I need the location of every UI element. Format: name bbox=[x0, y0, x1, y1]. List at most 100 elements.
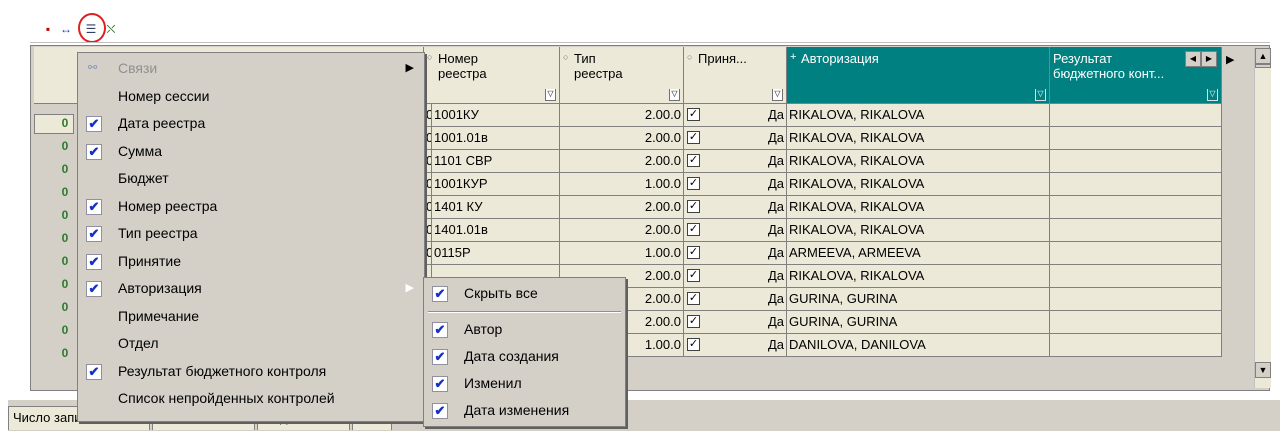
column-header-accepted[interactable]: ○ Приня... ▽ bbox=[684, 47, 787, 104]
table-row[interactable]: 01101 СВР 2.00.0 ✓ Да RIKALOVA, RIKALOVA bbox=[424, 150, 1222, 173]
submenu-item[interactable]: ✔ Изменил bbox=[426, 370, 623, 397]
cell-number[interactable]: 1401 КУ bbox=[432, 196, 560, 219]
budget-result-cell[interactable] bbox=[1050, 127, 1222, 150]
table-row[interactable]: 01401 КУ 2.00.0 ✓ Да RIKALOVA, RIKALOVA bbox=[424, 196, 1222, 219]
column-header-number[interactable]: ○ Номер реестра ▽ bbox=[424, 47, 560, 104]
menu-item[interactable]: ✔ Сумма bbox=[80, 138, 422, 165]
cell-type[interactable]: 2.00.0 bbox=[560, 196, 684, 219]
cell-auth[interactable]: RIKALOVA, RIKALOVA bbox=[787, 127, 1050, 150]
hide-all-item[interactable]: ✔ Скрыть все bbox=[426, 280, 623, 308]
cell-accepted[interactable]: ✓ Да bbox=[684, 127, 787, 150]
cell-number[interactable]: 1101 СВР bbox=[432, 150, 560, 173]
cell-number[interactable]: 1401.01в bbox=[432, 219, 560, 242]
cell-type[interactable]: 2.00.0 bbox=[560, 150, 684, 173]
cell-c0[interactable]: 0 bbox=[424, 242, 432, 265]
accepted-checkbox[interactable]: ✓ bbox=[687, 154, 700, 167]
cell-auth[interactable]: RIKALOVA, RIKALOVA bbox=[787, 219, 1050, 242]
budget-result-cell[interactable] bbox=[1050, 242, 1222, 265]
filter-toggle-icon[interactable]: ▽ bbox=[1207, 89, 1218, 101]
cell-accepted[interactable]: ✓ Да bbox=[684, 334, 787, 357]
cell-accepted[interactable]: ✓ Да bbox=[684, 242, 787, 265]
menu-item[interactable]: Бюджет bbox=[80, 165, 422, 192]
cell-number[interactable]: 1001КУР bbox=[432, 173, 560, 196]
attachment-icon[interactable]: 0 bbox=[58, 208, 72, 222]
scroll-up-icon[interactable]: ▲ bbox=[1255, 48, 1271, 64]
cell-accepted[interactable]: ✓ Да bbox=[684, 288, 787, 311]
budget-result-cell[interactable] bbox=[1050, 265, 1222, 288]
cell-accepted[interactable]: ✓ Да bbox=[684, 150, 787, 173]
cell-accepted[interactable]: ✓ Да bbox=[684, 173, 787, 196]
accepted-checkbox[interactable]: ✓ bbox=[687, 177, 700, 190]
vertical-scrollbar[interactable]: ▲ ▼ bbox=[1254, 48, 1271, 388]
add-icon[interactable]: ▪ bbox=[40, 21, 56, 37]
accepted-checkbox[interactable]: ✓ bbox=[687, 292, 700, 305]
filter-toggle-icon[interactable]: ▽ bbox=[1035, 89, 1046, 101]
cell-accepted[interactable]: ✓ Да bbox=[684, 196, 787, 219]
cell-auth[interactable]: RIKALOVA, RIKALOVA bbox=[787, 173, 1050, 196]
cell-c0[interactable]: 0 bbox=[424, 196, 432, 219]
cell-c0[interactable]: 0 bbox=[424, 173, 432, 196]
cell-type[interactable]: 1.00.0 bbox=[560, 173, 684, 196]
menu-item[interactable]: Номер сессии bbox=[80, 83, 422, 110]
column-header-budget-result[interactable]: Результат бюджетного конт... ◀ ▶ ▽ bbox=[1050, 47, 1222, 104]
attachment-icon[interactable]: 0 bbox=[58, 323, 72, 337]
table-row[interactable]: 01001.01в 2.00.0 ✓ Да RIKALOVA, RIKALOVA bbox=[424, 127, 1222, 150]
expand-plus-icon[interactable]: + bbox=[790, 50, 796, 65]
budget-result-cell[interactable] bbox=[1050, 104, 1222, 127]
submenu-item[interactable]: ✔ Автор bbox=[426, 316, 623, 343]
menu-item[interactable]: ✔ Принятие bbox=[80, 248, 422, 275]
cell-auth[interactable]: GURINA, GURINA bbox=[787, 311, 1050, 334]
cell-auth[interactable]: RIKALOVA, RIKALOVA bbox=[787, 265, 1050, 288]
budget-result-cell[interactable] bbox=[1050, 334, 1222, 357]
menu-item[interactable]: ✔ Результат бюджетного контроля bbox=[80, 358, 422, 385]
accepted-checkbox[interactable]: ✓ bbox=[687, 108, 700, 121]
menu-item[interactable]: Отдел bbox=[80, 330, 422, 357]
filter-toggle-icon[interactable]: ▽ bbox=[669, 89, 680, 101]
cell-number[interactable]: 1001.01в bbox=[432, 127, 560, 150]
budget-result-cell[interactable] bbox=[1050, 173, 1222, 196]
budget-result-cell[interactable] bbox=[1050, 196, 1222, 219]
cell-accepted[interactable]: ✓ Да bbox=[684, 265, 787, 288]
accepted-checkbox[interactable]: ✓ bbox=[687, 200, 700, 213]
attachment-icon[interactable]: 0 bbox=[58, 116, 72, 130]
column-header-type[interactable]: ○ Тип реестра ▽ bbox=[560, 47, 684, 104]
menu-item[interactable]: ✔ Тип реестра bbox=[80, 220, 422, 247]
accepted-checkbox[interactable]: ✓ bbox=[687, 269, 700, 282]
budget-result-cell[interactable] bbox=[1050, 311, 1222, 334]
cell-type[interactable]: 2.00.0 bbox=[560, 219, 684, 242]
menu-item[interactable]: ⚯ Связи ▶ bbox=[80, 55, 422, 82]
table-row[interactable]: 00115Р 1.00.0 ✓ Да ARMEEVA, ARMEEVA bbox=[424, 242, 1222, 265]
accepted-checkbox[interactable]: ✓ bbox=[687, 338, 700, 351]
attachment-icon[interactable]: 0 bbox=[58, 300, 72, 314]
attachment-icon[interactable]: 0 bbox=[58, 254, 72, 268]
cell-auth[interactable]: DANILOVA, DANILOVA bbox=[787, 334, 1050, 357]
budget-result-cell[interactable] bbox=[1050, 288, 1222, 311]
accepted-checkbox[interactable]: ✓ bbox=[687, 246, 700, 259]
menu-item[interactable]: ✔ Авторизация ▶ bbox=[80, 275, 422, 302]
scroll-thumb[interactable] bbox=[1255, 64, 1271, 68]
accepted-checkbox[interactable]: ✓ bbox=[687, 315, 700, 328]
attachment-icon[interactable]: 0 bbox=[58, 139, 72, 153]
cell-c0[interactable]: 0 bbox=[424, 104, 432, 127]
link-icon[interactable]: ↔ bbox=[58, 21, 74, 37]
attachment-icon[interactable]: 0 bbox=[58, 231, 72, 245]
cell-accepted[interactable]: ✓ Да bbox=[684, 219, 787, 242]
attachment-icon[interactable]: 0 bbox=[58, 277, 72, 291]
cell-type[interactable]: 1.00.0 bbox=[560, 242, 684, 265]
budget-result-cell[interactable] bbox=[1050, 150, 1222, 173]
cell-auth[interactable]: RIKALOVA, RIKALOVA bbox=[787, 150, 1050, 173]
columns-more-arrow-icon[interactable]: ▶ bbox=[1226, 53, 1234, 66]
scroll-left-icon[interactable]: ◀ bbox=[1185, 51, 1201, 67]
column-header-authorization[interactable]: + Авторизация ▽ bbox=[787, 47, 1050, 104]
cell-auth[interactable]: RIKALOVA, RIKALOVA bbox=[787, 104, 1050, 127]
cell-auth[interactable]: RIKALOVA, RIKALOVA bbox=[787, 196, 1050, 219]
menu-item[interactable]: Список непройденных контролей bbox=[80, 385, 422, 412]
menu-item[interactable]: Примечание bbox=[80, 303, 422, 330]
cell-auth[interactable]: GURINA, GURINA bbox=[787, 288, 1050, 311]
menu-item[interactable]: ✔ Номер реестра bbox=[80, 193, 422, 220]
cell-auth[interactable]: ARMEEVA, ARMEEVA bbox=[787, 242, 1050, 265]
menu-item[interactable]: ✔ Дата реестра bbox=[80, 110, 422, 137]
scroll-right-icon[interactable]: ▶ bbox=[1201, 51, 1217, 67]
table-row[interactable]: 01001КУР 1.00.0 ✓ Да RIKALOVA, RIKALOVA bbox=[424, 173, 1222, 196]
submenu-item[interactable]: ✔ Дата изменения bbox=[426, 397, 623, 424]
